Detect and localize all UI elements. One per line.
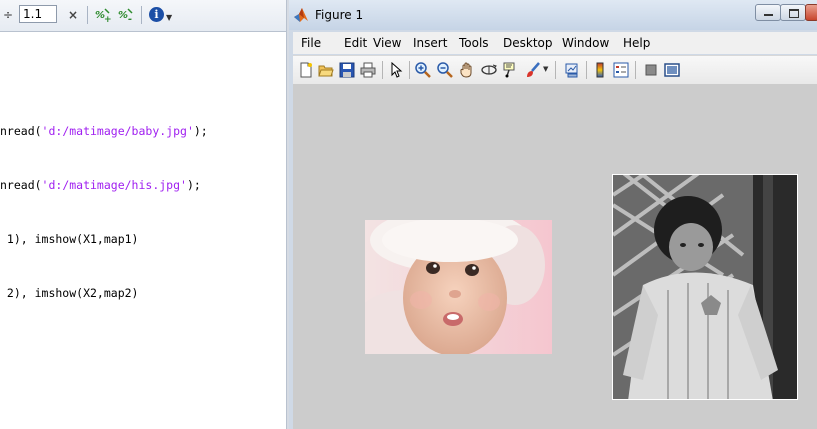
menu-edit[interactable]: Edit: [344, 36, 367, 50]
code-line: nread('d:/matimage/baby.jpg');: [0, 124, 208, 138]
info-icon[interactable]: i: [149, 7, 164, 22]
editor-toolbar: ÷ × %+ %- i ▼: [0, 0, 286, 32]
close-window-button[interactable]: [805, 4, 817, 21]
figure-canvas[interactable]: [293, 84, 817, 429]
matlab-logo-icon: [294, 8, 308, 22]
chevron-down-icon[interactable]: ▼: [166, 13, 172, 22]
link-plot-icon[interactable]: [564, 62, 580, 78]
brush-icon[interactable]: [525, 62, 541, 78]
print-icon[interactable]: [360, 62, 376, 78]
edit-plot-arrow-icon[interactable]: [388, 62, 404, 78]
toolbar-separator: [141, 6, 142, 24]
divide-step-icon: ÷: [3, 8, 14, 22]
open-file-icon[interactable]: [318, 62, 334, 78]
menu-window[interactable]: Window: [562, 36, 609, 50]
legend-icon[interactable]: [613, 62, 629, 78]
menu-view[interactable]: View: [373, 36, 401, 50]
code-editor[interactable]: ÷ × %+ %- i ▼ nread('d:/matimage/baby.jp…: [0, 0, 286, 429]
save-icon[interactable]: [339, 62, 355, 78]
new-figure-icon[interactable]: [298, 62, 314, 78]
menu-bar: File Edit View Insert Tools Desktop Wind…: [293, 32, 817, 54]
svg-text:%: %: [118, 10, 128, 21]
menu-help[interactable]: Help: [623, 36, 650, 50]
menu-tools[interactable]: Tools: [459, 36, 489, 50]
colorbar-icon[interactable]: [592, 62, 608, 78]
code-line: 1), imshow(X1,map1): [0, 232, 139, 246]
step-value-input[interactable]: [19, 5, 57, 23]
show-plot-tools-icon[interactable]: [664, 62, 680, 78]
toolbar-separator: [635, 61, 636, 79]
clear-step-button[interactable]: ×: [68, 6, 78, 24]
code-text[interactable]: nread('d:/matimage/baby.jpg'); nread('d:…: [0, 86, 208, 338]
toolbar-separator: [87, 6, 88, 24]
pan-icon[interactable]: [459, 62, 475, 78]
menu-insert[interactable]: Insert: [413, 36, 447, 50]
decrement-icon[interactable]: % -: [118, 6, 136, 25]
toolbar-separator: [586, 61, 587, 79]
toolbar-separator: [409, 61, 410, 79]
svg-text:+: +: [104, 15, 112, 24]
menu-desktop[interactable]: Desktop: [503, 36, 553, 50]
figure-window: Figure 1 File Edit View Insert Tools Des…: [289, 0, 817, 429]
code-line: 2), imshow(X2,map2): [0, 286, 139, 300]
baby-photo: [365, 220, 552, 354]
title-bar[interactable]: Figure 1: [289, 0, 817, 30]
toolbar-separator: [555, 61, 556, 79]
hide-plot-tools-icon[interactable]: [643, 62, 659, 78]
data-cursor-icon[interactable]: [503, 62, 519, 78]
his-photo: [612, 174, 798, 400]
minimize-button[interactable]: [755, 4, 781, 21]
maximize-button[interactable]: [780, 4, 806, 21]
brush-dropdown-icon[interactable]: ▼: [543, 65, 548, 73]
increment-icon[interactable]: % +: [95, 6, 113, 25]
zoom-out-icon[interactable]: [437, 62, 453, 78]
code-line: nread('d:/matimage/his.jpg');: [0, 178, 201, 192]
svg-text:-: -: [128, 14, 132, 24]
window-title: Figure 1: [315, 8, 364, 22]
toolbar-separator: [382, 61, 383, 79]
rotate-3d-icon[interactable]: [481, 62, 497, 78]
zoom-in-icon[interactable]: [415, 62, 431, 78]
menu-file[interactable]: File: [301, 36, 321, 50]
figure-toolbar: ▼: [293, 55, 817, 85]
